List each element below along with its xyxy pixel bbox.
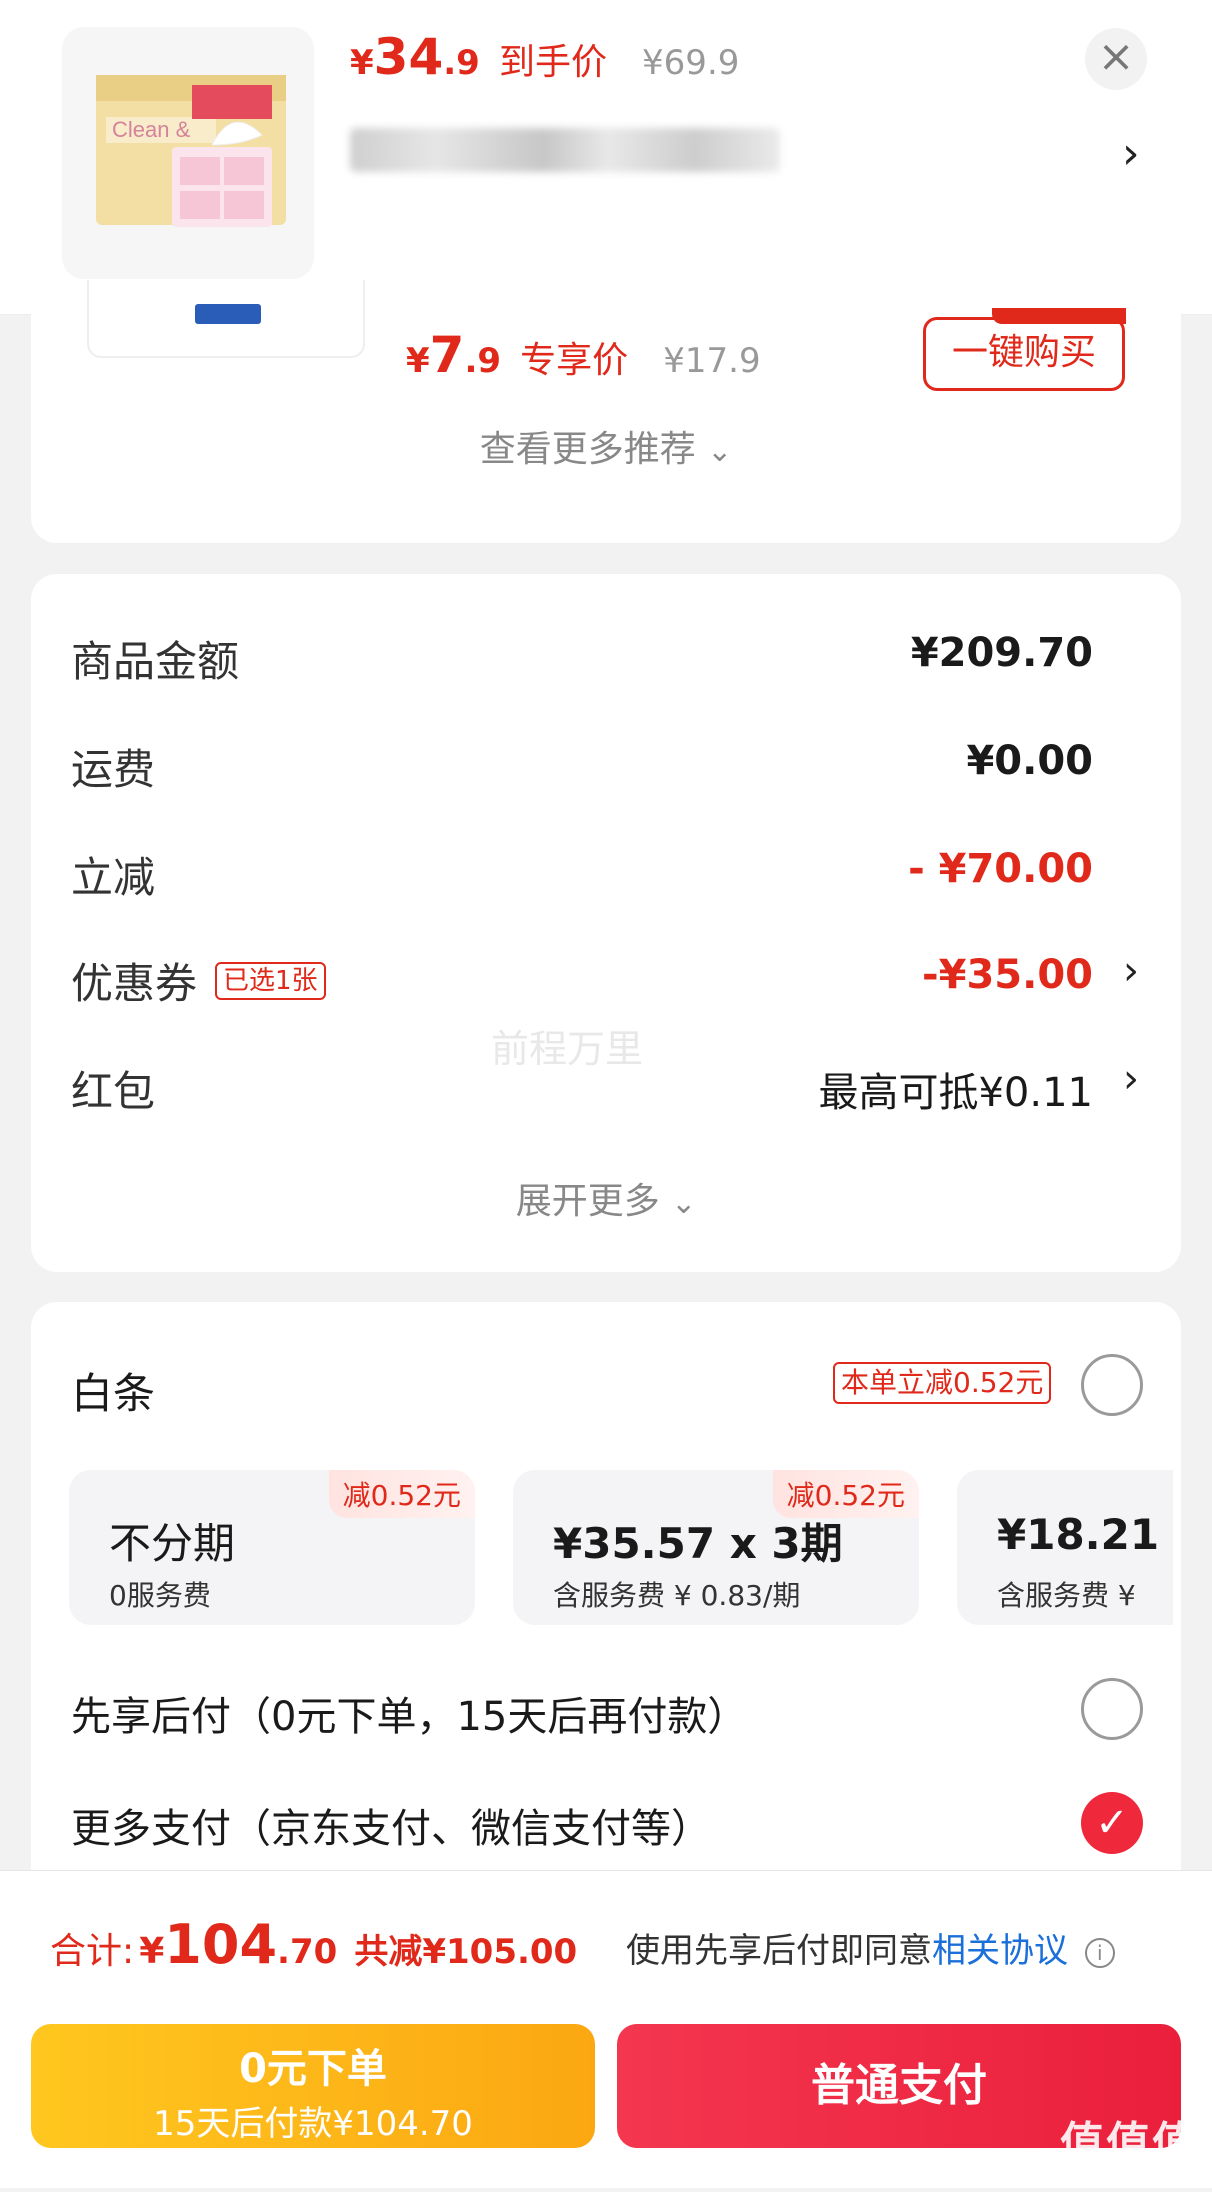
installment-option-6[interactable]: ¥18.21 x 含服务费 ¥: [957, 1470, 1173, 1625]
summary-label-red-packet: 红包: [71, 1067, 156, 1116]
product-logo-fragment: [195, 304, 261, 324]
baitiao-radio[interactable]: [1081, 1354, 1143, 1416]
coupon-selected-badge: 已选1张: [215, 962, 326, 1000]
price-label: 到手价: [498, 42, 607, 83]
option-sub: 0服务费: [109, 1579, 211, 1612]
summary-label-coupon: 优惠券: [71, 959, 198, 1008]
price-symbol: ¥: [350, 43, 374, 83]
top-product-bar: Clean & ¥34.9 到手价 ¥69.9 × ›: [0, 0, 1212, 315]
summary-value-coupon: -¥35.00: [922, 952, 1093, 998]
more-payment-label: 更多支付（京东支付、微信支付等）: [71, 1806, 711, 1852]
site-watermark: 值值值 zhizhizhi.com: [1060, 2107, 1198, 2192]
installment-options: 减0.52元 不分期 0服务费 减0.52元 ¥35.57 x 3期 含服务费 …: [69, 1470, 1173, 1625]
price-summary-card: 商品金额 ¥209.70 运费 ¥0.00 立减 - ¥70.00 优惠券 已选…: [31, 574, 1181, 1272]
more-payment-check-icon[interactable]: ✓: [1081, 1792, 1143, 1854]
summary-value-goods: ¥209.70: [910, 630, 1093, 676]
pay-later-button[interactable]: 0元下单 15天后付款¥104.70: [31, 2024, 595, 2148]
total-label: 合计:: [50, 1931, 135, 1972]
chevron-down-icon: ⌄: [707, 434, 733, 469]
chevron-right-icon: ›: [1123, 948, 1139, 994]
product-thumbnail[interactable]: Clean &: [62, 27, 314, 279]
option-main: 不分期: [109, 1519, 236, 1568]
original-price: ¥69.9: [642, 43, 740, 83]
chevron-right-icon[interactable]: ›: [1122, 128, 1140, 179]
agreement-prefix: 使用先享后付即同意: [626, 1931, 932, 1971]
option-discount-tag: 减0.52元: [328, 1470, 475, 1518]
info-icon[interactable]: i: [1084, 1937, 1115, 1968]
recommend-thumbnail[interactable]: [87, 280, 365, 358]
option-sub: 含服务费 ¥ 0.83/期: [553, 1579, 801, 1612]
product-title-blurred: [350, 128, 780, 172]
one-click-buy-button[interactable]: 一键购买: [923, 308, 1126, 391]
payment-card: 白条 本单立减0.52元 减0.52元 不分期 0服务费 减0.52元 ¥35.…: [31, 1302, 1181, 1902]
installment-option-none[interactable]: 减0.52元 不分期 0服务费: [69, 1470, 475, 1625]
button-tag-fragment: [992, 308, 1126, 324]
summary-label-instant-discount: 立减: [71, 853, 156, 902]
baitiao-title: 白条: [71, 1369, 156, 1418]
installment-option-3[interactable]: 减0.52元 ¥35.57 x 3期 含服务费 ¥ 0.83/期: [513, 1470, 919, 1625]
recommend-card: ¥7.9 专享价 ¥17.9 一键购买 查看更多推荐 ⌄: [31, 280, 1181, 543]
summary-value-instant-discount: - ¥70.00: [908, 846, 1093, 892]
pay-later-label: 先享后付（0元下单，15天后再付款）: [71, 1694, 748, 1740]
expand-more-label: 展开更多: [515, 1181, 660, 1222]
view-more-recommend[interactable]: 查看更多推荐 ⌄: [31, 420, 1181, 472]
price-decimal: .9: [443, 43, 480, 83]
option-main: ¥35.57 x 3期: [553, 1519, 843, 1568]
total-symbol: ¥: [139, 1931, 165, 1972]
pay-later-button-sub: 15天后付款¥104.70: [153, 2104, 473, 2144]
summary-value-red-packet: 最高可抵¥0.11: [818, 1070, 1093, 1116]
button-label: 一键购买: [951, 332, 1096, 373]
view-more-label: 查看更多推荐: [479, 429, 696, 470]
price-symbol: ¥: [406, 341, 430, 381]
original-price: ¥17.9: [663, 341, 761, 381]
chevron-right-icon: ›: [1123, 1056, 1139, 1102]
price-decimal: .9: [464, 341, 502, 381]
price-integer: 7: [429, 326, 465, 384]
tissue-box-image: Clean &: [96, 75, 286, 227]
total-integer: 104: [164, 1913, 278, 1976]
chevron-down-icon: ⌄: [671, 1186, 697, 1221]
option-main: ¥18.21 x: [997, 1510, 1173, 1559]
total-decimal: .70: [277, 1932, 338, 1972]
agreement-link[interactable]: 相关协议: [932, 1931, 1068, 1971]
total-price: 合计: ¥104.70 共减¥105.00: [50, 1913, 577, 1976]
price-label: 专享价: [520, 340, 629, 381]
recommend-price: ¥7.9 专享价 ¥17.9: [406, 326, 761, 384]
top-price: ¥34.9 到手价 ¥69.9: [350, 28, 739, 88]
bottom-bar: 合计: ¥104.70 共减¥105.00 使用先享后付即同意相关协议 i 0元…: [0, 1870, 1212, 2192]
summary-label-shipping: 运费: [71, 745, 156, 794]
site-watermark-cn: 值值值: [1060, 2118, 1198, 2169]
summary-row-red-packet[interactable]: 红包 最高可抵¥0.11 ›: [31, 1042, 1181, 1132]
close-icon[interactable]: ×: [1085, 28, 1147, 90]
summary-value-shipping: ¥0.00: [966, 738, 1093, 784]
summary-label-goods: 商品金额: [71, 637, 240, 686]
baitiao-discount-badge: 本单立减0.52元: [833, 1362, 1052, 1404]
agreement-notice: 使用先享后付即同意相关协议 i: [626, 1923, 1115, 1972]
pay-later-button-title: 0元下单: [239, 2046, 387, 2092]
option-sub: 含服务费 ¥: [997, 1579, 1136, 1612]
site-watermark-en: zhizhizhi.com: [1068, 2171, 1190, 2192]
pay-later-radio[interactable]: [1081, 1678, 1143, 1740]
price-integer: 34: [373, 28, 444, 86]
summary-row-coupon[interactable]: 优惠券 已选1张 -¥35.00 ›: [31, 934, 1181, 1024]
expand-more[interactable]: 展开更多 ⌄: [31, 1172, 1181, 1224]
total-saved: 共减¥105.00: [354, 1932, 578, 1972]
svg-text:Clean &: Clean &: [112, 117, 191, 142]
